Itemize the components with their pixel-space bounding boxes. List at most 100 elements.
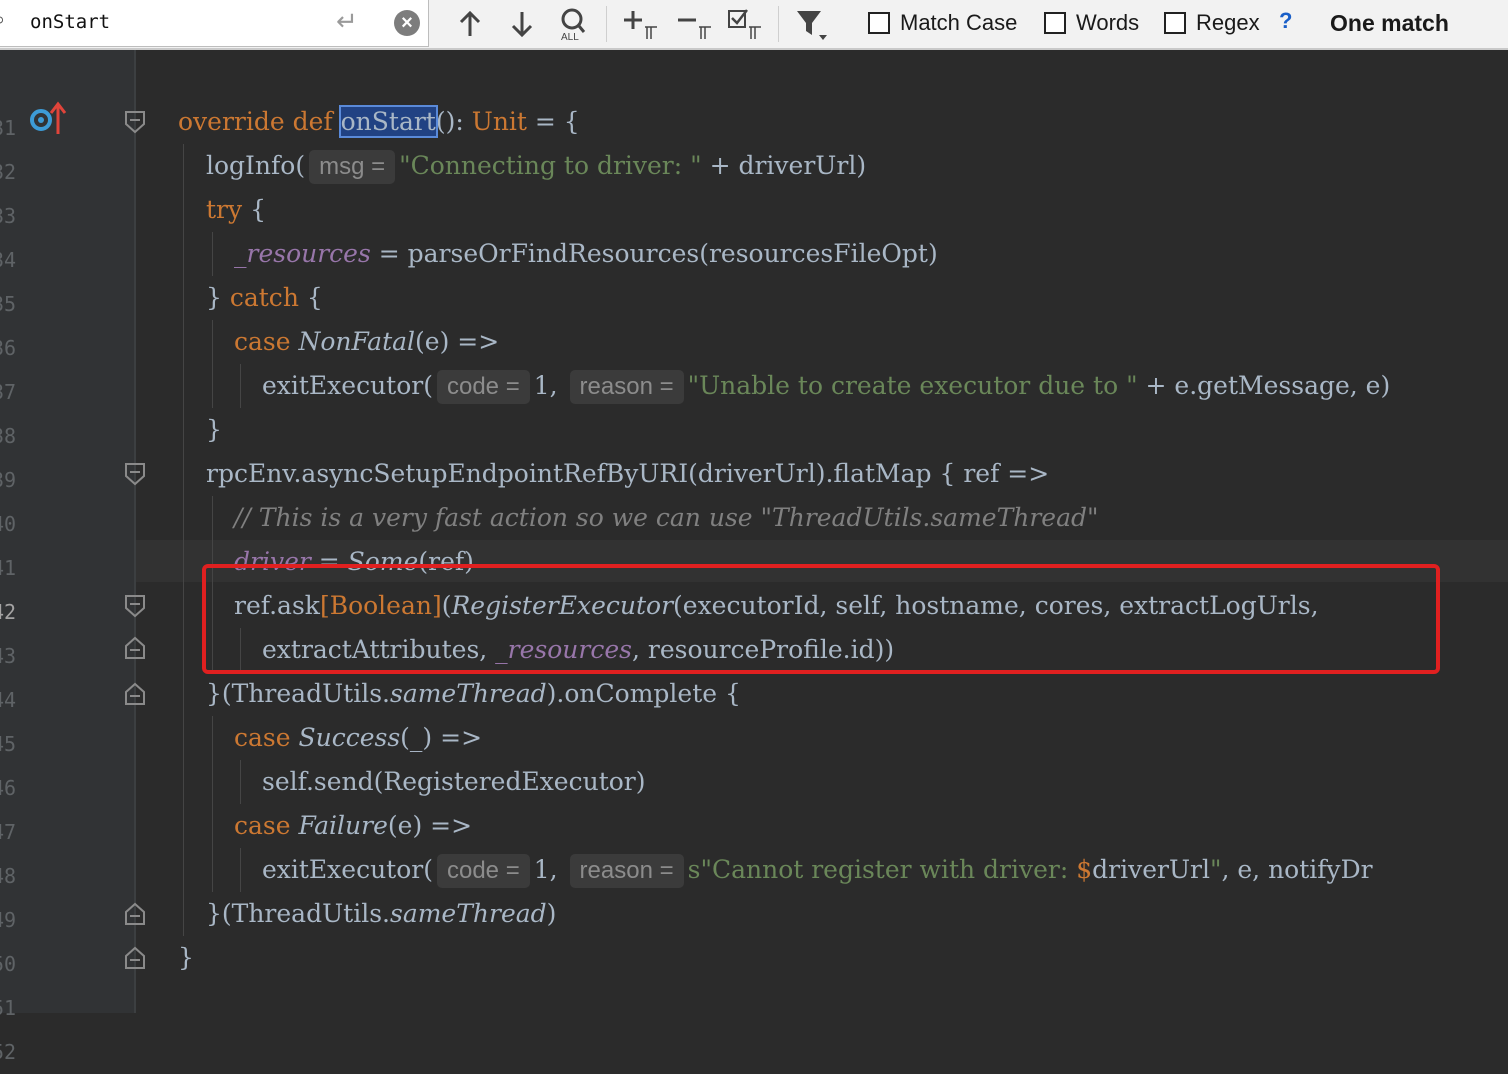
parameter-hint: code =: [436, 854, 530, 888]
words-checkbox[interactable]: [1044, 12, 1066, 34]
line-number: 51: [0, 996, 17, 1020]
regex-label: Regex: [1196, 10, 1260, 35]
parameter-hint: code =: [436, 370, 530, 404]
code-text: = {: [526, 107, 580, 136]
arrow-up-icon[interactable]: [454, 4, 486, 44]
highlight-annotation-box: [202, 564, 1440, 674]
indent-guide: [240, 364, 241, 408]
method-name: sameThread: [389, 899, 547, 928]
code-text: {: [298, 283, 323, 312]
regex-checkbox[interactable]: [1164, 12, 1186, 34]
filter-icon[interactable]: [794, 4, 830, 44]
code-text: 1,: [533, 855, 558, 884]
find-all-icon[interactable]: ALL: [556, 4, 592, 44]
line-number: 37: [0, 380, 17, 404]
line-number: 49: [0, 908, 17, 932]
find-bar: ⌕ ↵ × ALL Match Case Words Regex ? One m…: [0, 0, 1508, 50]
code-text: ).onComplete {: [546, 679, 741, 708]
code-text: , e, notifyDr: [1221, 855, 1373, 884]
code-line-51[interactable]: }: [178, 936, 194, 980]
line-number: 34: [0, 248, 17, 272]
keyword: catch: [229, 283, 299, 312]
words-option[interactable]: Words: [1044, 8, 1139, 38]
code-line-34[interactable]: try {: [206, 188, 266, 232]
line-number: 33: [0, 204, 17, 228]
regex-option[interactable]: Regex: [1164, 8, 1260, 38]
keyword: try: [206, 195, 243, 224]
match-count: One match: [1330, 10, 1449, 36]
code-line-32[interactable]: override def onStart(): Unit = {: [178, 100, 580, 144]
search-box: ⌕ ↵ ×: [0, 0, 429, 47]
line-number: 32: [0, 160, 17, 184]
code-text: rpcEnv.asyncSetupEndpointRefByURI(driver…: [206, 459, 1050, 488]
line-number: 44: [0, 688, 17, 712]
indent-guide: [240, 848, 241, 892]
keyword: case: [234, 723, 299, 752]
match-case-checkbox[interactable]: [868, 12, 890, 34]
comment: // This is a very fast action so we can …: [234, 503, 1099, 532]
code-text: 1,: [533, 371, 558, 400]
code-line-39[interactable]: }: [206, 408, 222, 452]
search-match[interactable]: onStart: [338, 105, 438, 138]
string-literal: "Cannot register with driver:: [700, 855, 1077, 884]
enter-icon[interactable]: ↵: [336, 6, 358, 37]
current-line-number: 42: [0, 600, 17, 624]
line-number: 40: [0, 512, 17, 536]
line-number: 38: [0, 424, 17, 448]
code-line-48[interactable]: case Failure(e) =>: [234, 804, 472, 848]
fold-icon[interactable]: [124, 110, 146, 134]
regex-help-icon[interactable]: ?: [1279, 8, 1292, 34]
code-line-47[interactable]: self.send(RegisteredExecutor): [262, 760, 646, 804]
override-method-icon[interactable]: [28, 100, 68, 136]
line-number: 31: [0, 116, 17, 140]
string-literal: "Unable to create executor due to ": [687, 371, 1138, 400]
code-line-50[interactable]: }(ThreadUtils.sameThread): [206, 892, 556, 936]
line-number: 45: [0, 732, 17, 756]
line-number: 41: [0, 556, 17, 580]
code-line-36[interactable]: } catch {: [206, 276, 323, 320]
unfold-icon[interactable]: [124, 902, 146, 926]
fold-icon[interactable]: [124, 462, 146, 486]
string-literal: ": [1209, 855, 1222, 884]
code-line-49[interactable]: exitExecutor(code = 1, reason = s"Cannot r…: [262, 848, 1373, 892]
code-line-37[interactable]: case NonFatal(e) =>: [234, 320, 499, 364]
keyword: case: [234, 811, 299, 840]
line-number: 35: [0, 292, 17, 316]
match-case-option[interactable]: Match Case: [868, 8, 1017, 38]
code-text: exitExecutor(: [262, 371, 433, 400]
code-line-33[interactable]: logInfo(msg = "Connecting to driver: " + …: [206, 144, 866, 188]
template-sign: $: [1076, 855, 1093, 884]
select-all-occurrences-icon[interactable]: [726, 4, 764, 44]
indent-guide: [212, 716, 213, 892]
add-occurrence-icon[interactable]: [622, 4, 660, 44]
code-line-41[interactable]: // This is a very fast action so we can …: [234, 496, 1099, 540]
words-label: Words: [1076, 10, 1140, 35]
line-number: 50: [0, 952, 17, 976]
code-text: + driverUrl): [701, 151, 867, 180]
code-line-46[interactable]: case Success(_) =>: [234, 716, 482, 760]
arrow-down-icon[interactable]: [506, 4, 538, 44]
search-input[interactable]: [30, 8, 320, 36]
svg-text:ALL: ALL: [561, 32, 579, 42]
remove-occurrence-icon[interactable]: [676, 4, 714, 44]
clear-icon[interactable]: ×: [394, 10, 420, 36]
method-name: sameThread: [389, 679, 547, 708]
code-text: ): [546, 899, 557, 928]
gutter-border: [134, 50, 136, 1013]
editor-gutter[interactable]: 31 32 33 34 35 36 37 38 39 40 41 42 43 4…: [0, 50, 135, 1064]
keyword: override def: [178, 107, 341, 136]
unfold-icon[interactable]: [124, 636, 146, 660]
code-line-35[interactable]: _resources = parseOrFindResources(resour…: [234, 232, 938, 276]
line-number: 52: [0, 1040, 17, 1064]
unfold-icon[interactable]: [124, 946, 146, 970]
code-text: }(ThreadUtils.: [206, 679, 390, 708]
unfold-icon[interactable]: [124, 682, 146, 706]
code-line-45[interactable]: }(ThreadUtils.sameThread).onComplete {: [206, 672, 741, 716]
fold-icon[interactable]: [124, 594, 146, 618]
indent-guide: [240, 760, 241, 804]
code-line-40[interactable]: rpcEnv.asyncSetupEndpointRefByURI(driver…: [206, 452, 1049, 496]
code-line-38[interactable]: exitExecutor(code = 1, reason = "Unable to…: [262, 364, 1390, 408]
search-icon[interactable]: ⌕: [0, 9, 5, 32]
line-number: 43: [0, 644, 17, 668]
toolbar-separator: [778, 6, 779, 42]
